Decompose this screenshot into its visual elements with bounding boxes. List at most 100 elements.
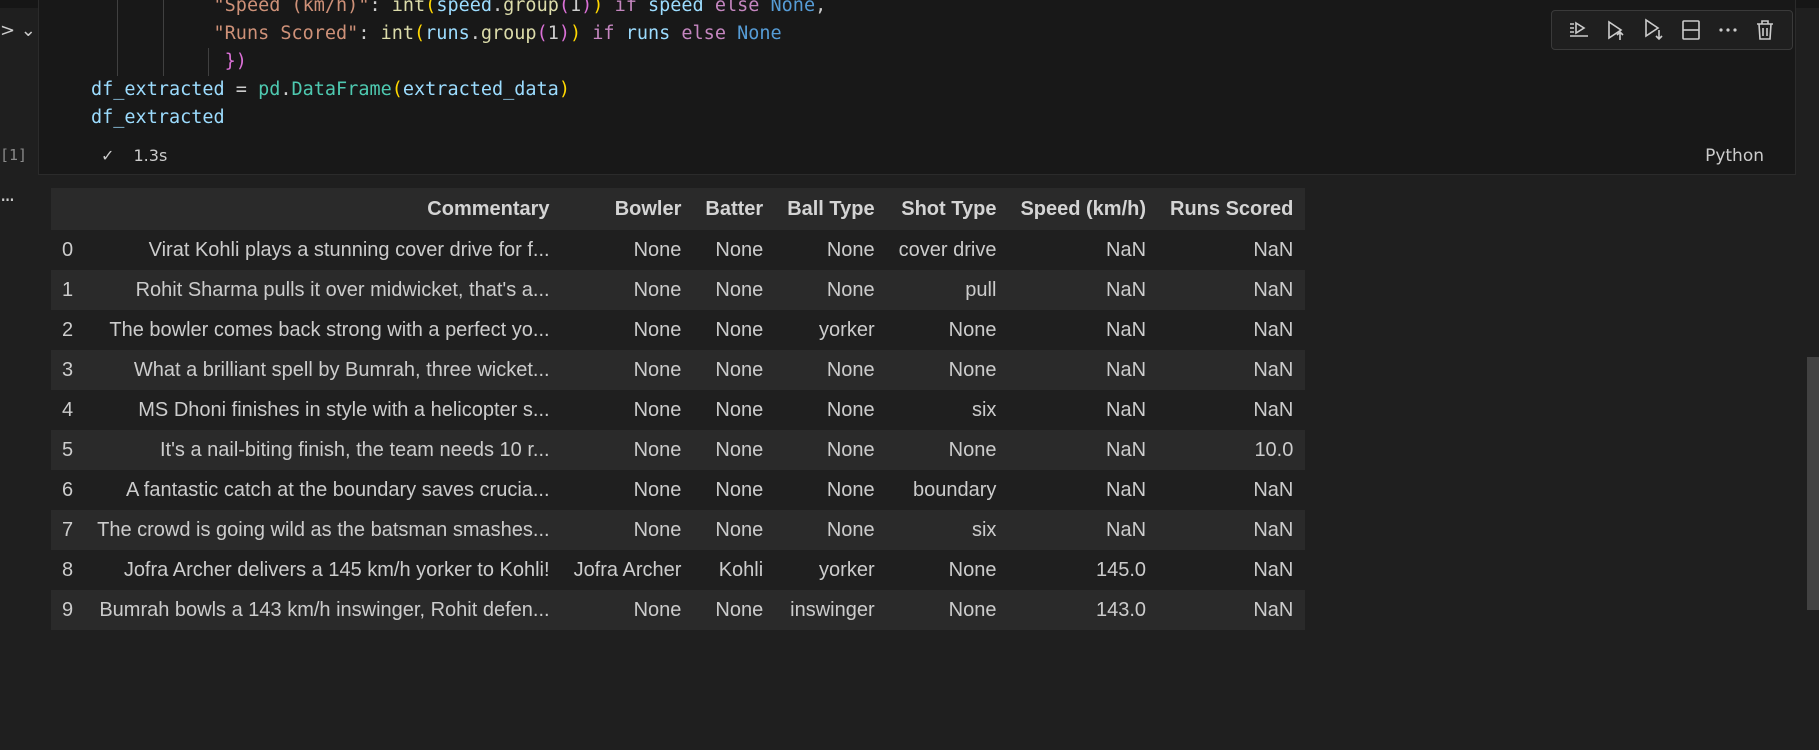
row-index: 0	[62, 238, 74, 261]
table-row: 0 Virat Kohli plays a stunning cover driv…	[51, 230, 1306, 270]
table-cell: six	[971, 398, 997, 421]
table-cell: yorker	[819, 558, 875, 581]
row-index: 1	[62, 278, 74, 301]
execution-count: [1]	[0, 146, 28, 164]
success-check-icon: ✓	[101, 146, 115, 165]
table-cell: NaN	[1253, 358, 1294, 381]
table-cell: None	[715, 438, 764, 461]
row-index: 7	[62, 518, 74, 541]
table-cell: None	[715, 478, 764, 501]
table-cell: None	[715, 358, 764, 381]
table-cell: NaN	[1106, 318, 1147, 341]
table-row: 1 Rohit Sharma pulls it over midwicket, t…	[51, 270, 1306, 310]
table-row: 2 The bowler comes back strong with a per…	[51, 310, 1306, 350]
split-cell-icon[interactable]	[1678, 17, 1704, 43]
table-cell: None	[633, 278, 682, 301]
table-cell: NaN	[1253, 558, 1294, 581]
column-header: Batter	[693, 188, 776, 230]
table-cell: NaN	[1106, 358, 1147, 381]
table-row: 6 A fantastic catch at the boundary saves…	[51, 470, 1306, 510]
table-cell: Rohit Sharma pulls it over midwicket, th…	[135, 278, 550, 301]
table-cell: 143.0	[1095, 598, 1147, 621]
table-cell: None	[948, 558, 997, 581]
code-line-5: df_extracted	[91, 107, 225, 128]
table-cell: None	[633, 358, 682, 381]
column-header: Runs Scored	[1158, 188, 1306, 230]
table-cell: Kohli	[718, 558, 764, 581]
table-cell: cover drive	[898, 238, 997, 261]
table-cell: None	[633, 238, 682, 261]
table-cell: NaN	[1253, 318, 1294, 341]
vertical-scrollbar[interactable]	[1807, 357, 1819, 610]
code-line-2: "Runs Scored": int(runs.group(1)) if run…	[91, 20, 826, 48]
table-cell: None	[633, 438, 682, 461]
execute-above-icon[interactable]	[1603, 17, 1629, 43]
table-cell: What a brilliant spell by Bumrah, three …	[133, 358, 550, 381]
more-actions-icon[interactable]	[1715, 17, 1741, 43]
table-cell: None	[948, 358, 997, 381]
table-cell: Virat Kohli plays a stunning cover drive…	[148, 238, 550, 261]
table-cell: None	[633, 598, 682, 621]
row-index: 9	[62, 598, 74, 621]
table-cell: It's a nail-biting finish, the team need…	[159, 438, 550, 461]
table-cell: None	[715, 318, 764, 341]
table-cell: NaN	[1253, 278, 1294, 301]
row-index: 5	[62, 438, 74, 461]
code-line-4: df_extracted = pd.DataFrame(extracted_da…	[91, 79, 570, 100]
table-cell: yorker	[819, 318, 875, 341]
table-row: 5 It's a nail-biting finish, the team nee…	[51, 430, 1306, 470]
table-cell: NaN	[1253, 478, 1294, 501]
table-cell: None	[633, 478, 682, 501]
code-line-1: "Speed (km/h)": int(speed.group(1)) if s…	[91, 0, 826, 20]
index-header	[51, 188, 86, 230]
table-cell: None	[948, 598, 997, 621]
kernel-language[interactable]: Python	[1705, 146, 1764, 166]
table-cell: None	[715, 278, 764, 301]
execute-below-icon[interactable]	[1640, 17, 1666, 43]
table-cell: NaN	[1106, 518, 1147, 541]
table-cell: None	[826, 238, 875, 261]
code-line-3: })	[91, 48, 826, 76]
table-cell: The bowler comes back strong with a perf…	[109, 318, 550, 341]
table-cell: Jofra Archer	[573, 558, 682, 581]
table-row: 4 MS Dhoni finishes in style with a helic…	[51, 390, 1306, 430]
row-index: 3	[62, 358, 74, 381]
table-cell: MS Dhoni finishes in style with a helico…	[138, 398, 550, 421]
table-cell: None	[633, 518, 682, 541]
execution-duration: 1.3s	[133, 146, 168, 165]
table-cell: None	[826, 478, 875, 501]
table-cell: NaN	[1253, 238, 1294, 261]
table-cell: 10.0	[1254, 438, 1294, 461]
execution-status: ✓ 1.3s	[101, 146, 167, 165]
table-cell: None	[948, 438, 997, 461]
table-row: 3 What a brilliant spell by Bumrah, three…	[51, 350, 1306, 390]
collapse-chevron-icon[interactable]: > ⌄	[0, 20, 36, 41]
column-header: Shot Type	[886, 188, 1009, 230]
table-cell: None	[633, 318, 682, 341]
table-header-row: Commentary Bowler Batter Ball Type Shot …	[51, 188, 1306, 230]
table-cell: None	[633, 398, 682, 421]
table-cell: Jofra Archer delivers a 145 km/h yorker …	[123, 558, 550, 581]
table-cell: None	[948, 318, 997, 341]
column-header: Commentary	[85, 188, 562, 230]
table-cell: None	[826, 278, 875, 301]
column-header: Ball Type	[775, 188, 887, 230]
delete-icon[interactable]	[1752, 17, 1778, 43]
table-cell: A fantastic catch at the boundary saves …	[125, 478, 550, 501]
code-cell[interactable]: "Speed (km/h)": int(speed.group(1)) if s…	[38, 0, 1796, 175]
table-cell: NaN	[1253, 518, 1294, 541]
table-row: 8 Jofra Archer delivers a 145 km/h yorker…	[51, 550, 1306, 590]
table-cell: six	[971, 518, 997, 541]
table-row: 9 Bumrah bowls a 143 km/h inswinger, Rohi…	[51, 590, 1306, 630]
table-cell: NaN	[1106, 278, 1147, 301]
table-cell: None	[826, 438, 875, 461]
table-row: 7 The crowd is going wild as the batsman …	[51, 510, 1306, 550]
table-cell: None	[715, 398, 764, 421]
output-more-icon[interactable]: ···	[0, 188, 15, 212]
run-by-line-icon[interactable]	[1566, 17, 1592, 43]
code-editor[interactable]: "Speed (km/h)": int(speed.group(1)) if s…	[91, 0, 826, 140]
table-cell: inswinger	[790, 598, 875, 621]
table-cell: None	[715, 518, 764, 541]
table-cell: Bumrah bowls a 143 km/h inswinger, Rohit…	[99, 598, 550, 621]
table-cell: None	[826, 398, 875, 421]
